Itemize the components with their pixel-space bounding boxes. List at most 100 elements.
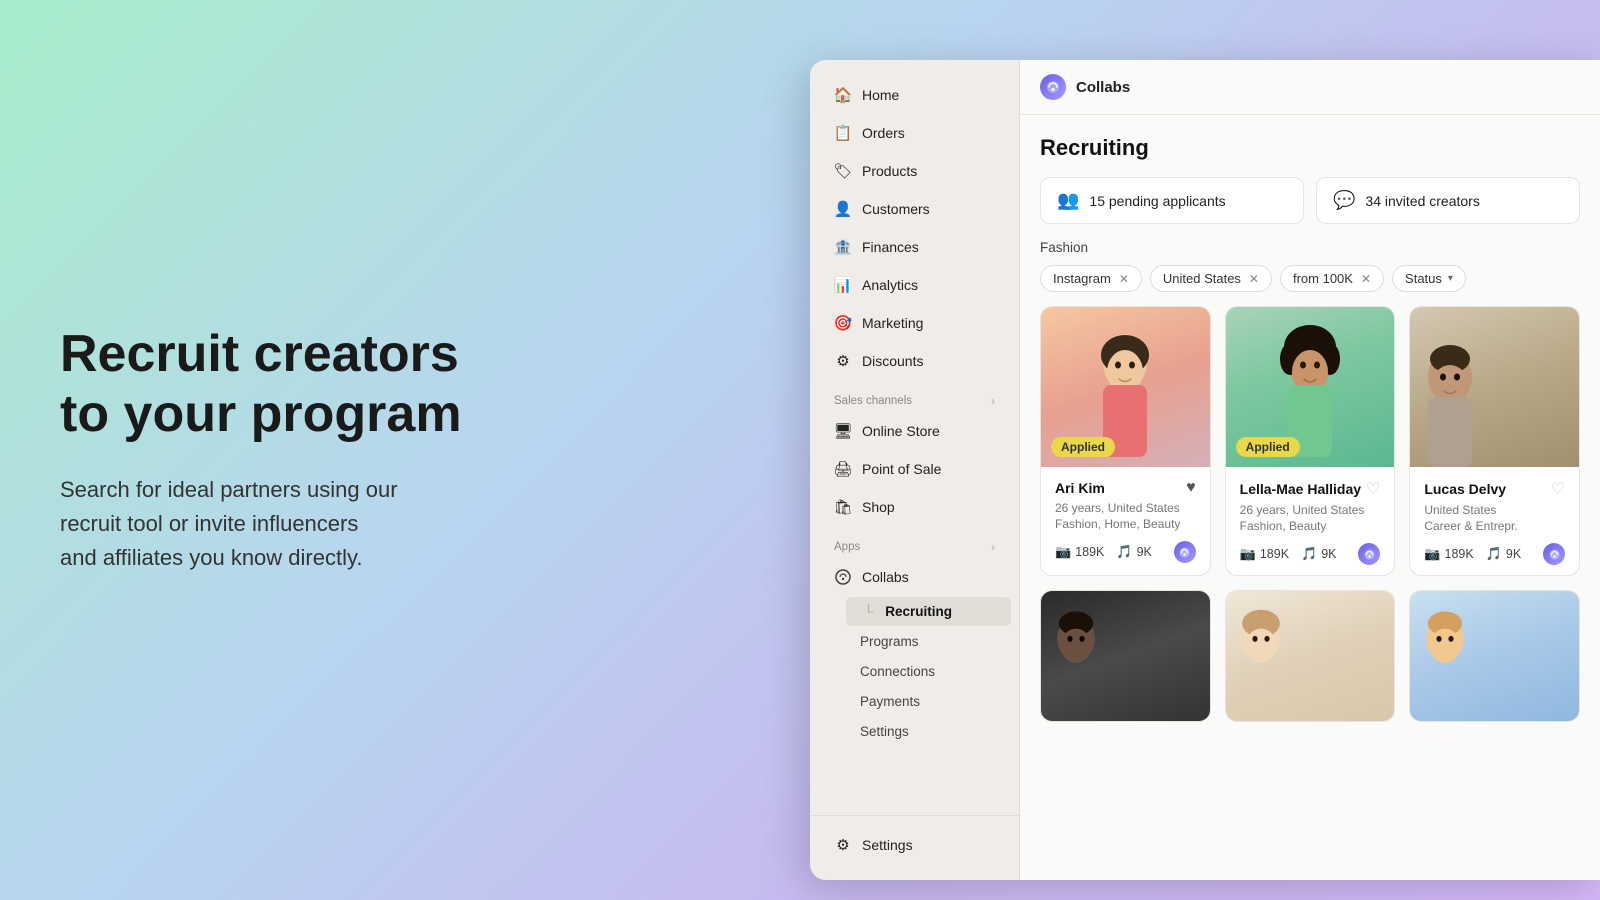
creator-tags-lella-mae: Fashion, Beauty bbox=[1240, 519, 1381, 533]
sidebar-item-discounts-label: Discounts bbox=[862, 353, 923, 369]
sidebar-item-customers-label: Customers bbox=[862, 201, 930, 217]
heart-icon-ari-kim[interactable]: ♥ bbox=[1186, 479, 1196, 497]
sidebar-item-sub-settings[interactable]: Settings bbox=[846, 717, 1011, 746]
main-content: Collabs Recruiting 👥 15 pending applican… bbox=[1020, 60, 1600, 880]
platform-badge-ari-kim bbox=[1174, 541, 1196, 563]
filter-status[interactable]: Status ▾ bbox=[1392, 265, 1466, 292]
tiktok-icon-lucas-delvy: 🎵 bbox=[1486, 546, 1502, 562]
shop-icon: 🛍 bbox=[834, 498, 852, 516]
invited-icon: 💬 bbox=[1333, 190, 1355, 211]
sidebar-item-analytics[interactable]: 📊 Analytics bbox=[818, 267, 1011, 303]
pending-icon: 👥 bbox=[1057, 190, 1079, 211]
filter-category: Fashion bbox=[1040, 240, 1580, 255]
sidebar-item-online-store[interactable]: 🖥 Online Store bbox=[818, 413, 1011, 449]
heart-icon-lella-mae[interactable]: ♡ bbox=[1366, 479, 1380, 499]
creator-name-ari-kim: Ari Kim bbox=[1055, 480, 1105, 496]
creator-meta-ari-kim: 26 years, United States bbox=[1055, 501, 1196, 515]
sidebar-item-home-label: Home bbox=[862, 87, 899, 103]
status-chevron-icon: ▾ bbox=[1448, 273, 1453, 284]
instagram-icon-lella-mae: 📷 bbox=[1240, 546, 1256, 562]
applied-badge-lella-mae: Applied bbox=[1236, 437, 1300, 457]
creator-name-lucas-delvy: Lucas Delvy bbox=[1424, 481, 1506, 497]
sidebar-item-settings[interactable]: ⚙ Settings bbox=[818, 827, 1011, 863]
tiktok-stat-lella-mae: 🎵 9K bbox=[1301, 546, 1336, 562]
filter-instagram[interactable]: Instagram ✕ bbox=[1040, 265, 1142, 292]
creator-card-ari-kim[interactable]: Applied Ari Kim ♥ 26 years, United State… bbox=[1040, 306, 1211, 576]
invited-creators-card[interactable]: 💬 34 invited creators bbox=[1316, 177, 1580, 224]
stats-row: 👥 15 pending applicants 💬 34 invited cre… bbox=[1040, 177, 1580, 224]
sidebar-item-shop-label: Shop bbox=[862, 499, 895, 515]
instagram-stat-lella-mae: 📷 189K bbox=[1240, 546, 1289, 562]
pending-applicants-card[interactable]: 👥 15 pending applicants bbox=[1040, 177, 1304, 224]
heart-icon-lucas-delvy[interactable]: ♡ bbox=[1551, 479, 1565, 499]
filter-instagram-label: Instagram bbox=[1053, 271, 1111, 286]
sidebar-item-payments[interactable]: Payments bbox=[846, 687, 1011, 716]
filter-from-100k[interactable]: from 100K ✕ bbox=[1280, 265, 1384, 292]
instagram-count-lella-mae: 189K bbox=[1260, 547, 1289, 561]
tiktok-stat-lucas-delvy: 🎵 9K bbox=[1486, 546, 1521, 562]
settings-icon: ⚙ bbox=[834, 836, 852, 854]
creator-card-lella-mae[interactable]: Applied Lella-Mae Halliday ♡ 26 years, U… bbox=[1225, 306, 1396, 576]
sidebar-item-finances-label: Finances bbox=[862, 239, 919, 255]
filter-from100k-remove-icon[interactable]: ✕ bbox=[1361, 272, 1371, 286]
creator-photo-ari-kim: Applied bbox=[1041, 307, 1210, 467]
sidebar-item-customers[interactable]: 👤 Customers bbox=[818, 191, 1011, 227]
sidebar-item-pos[interactable]: 🖨 Point of Sale bbox=[818, 451, 1011, 487]
sidebar-item-connections[interactable]: Connections bbox=[846, 657, 1011, 686]
filter-united-states-remove-icon[interactable]: ✕ bbox=[1249, 272, 1259, 286]
sidebar-item-collabs[interactable]: Collabs bbox=[818, 559, 1011, 595]
creator-photo-5 bbox=[1226, 591, 1395, 721]
creator-card-4[interactable] bbox=[1040, 590, 1211, 722]
creator-card-5[interactable] bbox=[1225, 590, 1396, 722]
topbar-title: Collabs bbox=[1076, 79, 1130, 96]
pending-text: 15 pending applicants bbox=[1089, 193, 1225, 209]
sidebar-item-finances[interactable]: 🏦 Finances bbox=[818, 229, 1011, 265]
filter-instagram-remove-icon[interactable]: ✕ bbox=[1119, 272, 1129, 286]
filter-united-states-label: United States bbox=[1163, 271, 1241, 286]
filter-united-states[interactable]: United States ✕ bbox=[1150, 265, 1272, 292]
creator-card-6[interactable] bbox=[1409, 590, 1580, 722]
creator-grid: Applied Ari Kim ♥ 26 years, United State… bbox=[1040, 306, 1580, 722]
creator-stats-ari-kim: 📷 189K 🎵 9K bbox=[1055, 541, 1196, 563]
tiktok-icon-lella-mae: 🎵 bbox=[1301, 546, 1317, 562]
sidebar-item-shop[interactable]: 🛍 Shop bbox=[818, 489, 1011, 525]
sidebar-item-home[interactable]: 🏠 Home bbox=[818, 77, 1011, 113]
apps-arrow-icon: › bbox=[991, 540, 995, 554]
sidebar-item-products[interactable]: 🏷 Products bbox=[818, 153, 1011, 189]
app-window: 🏠 Home 📋 Orders 🏷 Products 👤 Customers 🏦… bbox=[810, 60, 1600, 880]
applied-badge-ari-kim: Applied bbox=[1051, 437, 1115, 457]
creator-tags-lucas-delvy: Career & Entrepr. bbox=[1424, 519, 1565, 533]
instagram-count-ari-kim: 189K bbox=[1075, 545, 1104, 559]
sidebar-item-programs-label: Programs bbox=[860, 634, 919, 649]
collabs-icon bbox=[834, 568, 852, 586]
marketing-icon: 🎯 bbox=[834, 314, 852, 332]
sidebar-item-marketing[interactable]: 🎯 Marketing bbox=[818, 305, 1011, 341]
creator-photo-lella-mae: Applied bbox=[1226, 307, 1395, 467]
tiktok-count-lella-mae: 9K bbox=[1321, 547, 1336, 561]
creator-tags-ari-kim: Fashion, Home, Beauty bbox=[1055, 517, 1196, 531]
filter-status-label: Status bbox=[1405, 271, 1442, 286]
filter-tags: Instagram ✕ United States ✕ from 100K ✕ … bbox=[1040, 265, 1580, 292]
sidebar-item-orders[interactable]: 📋 Orders bbox=[818, 115, 1011, 151]
creator-card-lucas-delvy[interactable]: Lucas Delvy ♡ United States Career & Ent… bbox=[1409, 306, 1580, 576]
home-icon: 🏠 bbox=[834, 86, 852, 104]
sidebar-item-orders-label: Orders bbox=[862, 125, 905, 141]
sidebar-item-programs[interactable]: Programs bbox=[846, 627, 1011, 656]
page-title: Recruiting bbox=[1040, 135, 1580, 161]
sidebar-item-marketing-label: Marketing bbox=[862, 315, 923, 331]
sales-channels-arrow-icon: › bbox=[991, 394, 995, 408]
sales-channels-label: Sales channels bbox=[834, 395, 912, 407]
filter-area: Fashion Instagram ✕ United States ✕ from… bbox=[1040, 240, 1580, 292]
sidebar-item-settings-label: Settings bbox=[862, 837, 913, 853]
sidebar-item-discounts[interactable]: ⚙ Discounts bbox=[818, 343, 1011, 379]
collabs-subnav: └ Recruiting Programs Connections Paymen… bbox=[838, 596, 1019, 747]
instagram-stat-lucas-delvy: 📷 189K bbox=[1424, 546, 1473, 562]
online-store-icon: 🖥 bbox=[834, 422, 852, 440]
platform-badge-lucas-delvy bbox=[1543, 543, 1565, 565]
discounts-icon: ⚙ bbox=[834, 352, 852, 370]
sidebar-item-recruiting[interactable]: └ Recruiting bbox=[846, 597, 1011, 626]
apps-section: Apps › bbox=[810, 526, 1019, 558]
instagram-icon-lucas-delvy: 📷 bbox=[1424, 546, 1440, 562]
customers-icon: 👤 bbox=[834, 200, 852, 218]
sidebar-item-sub-settings-label: Settings bbox=[860, 724, 909, 739]
